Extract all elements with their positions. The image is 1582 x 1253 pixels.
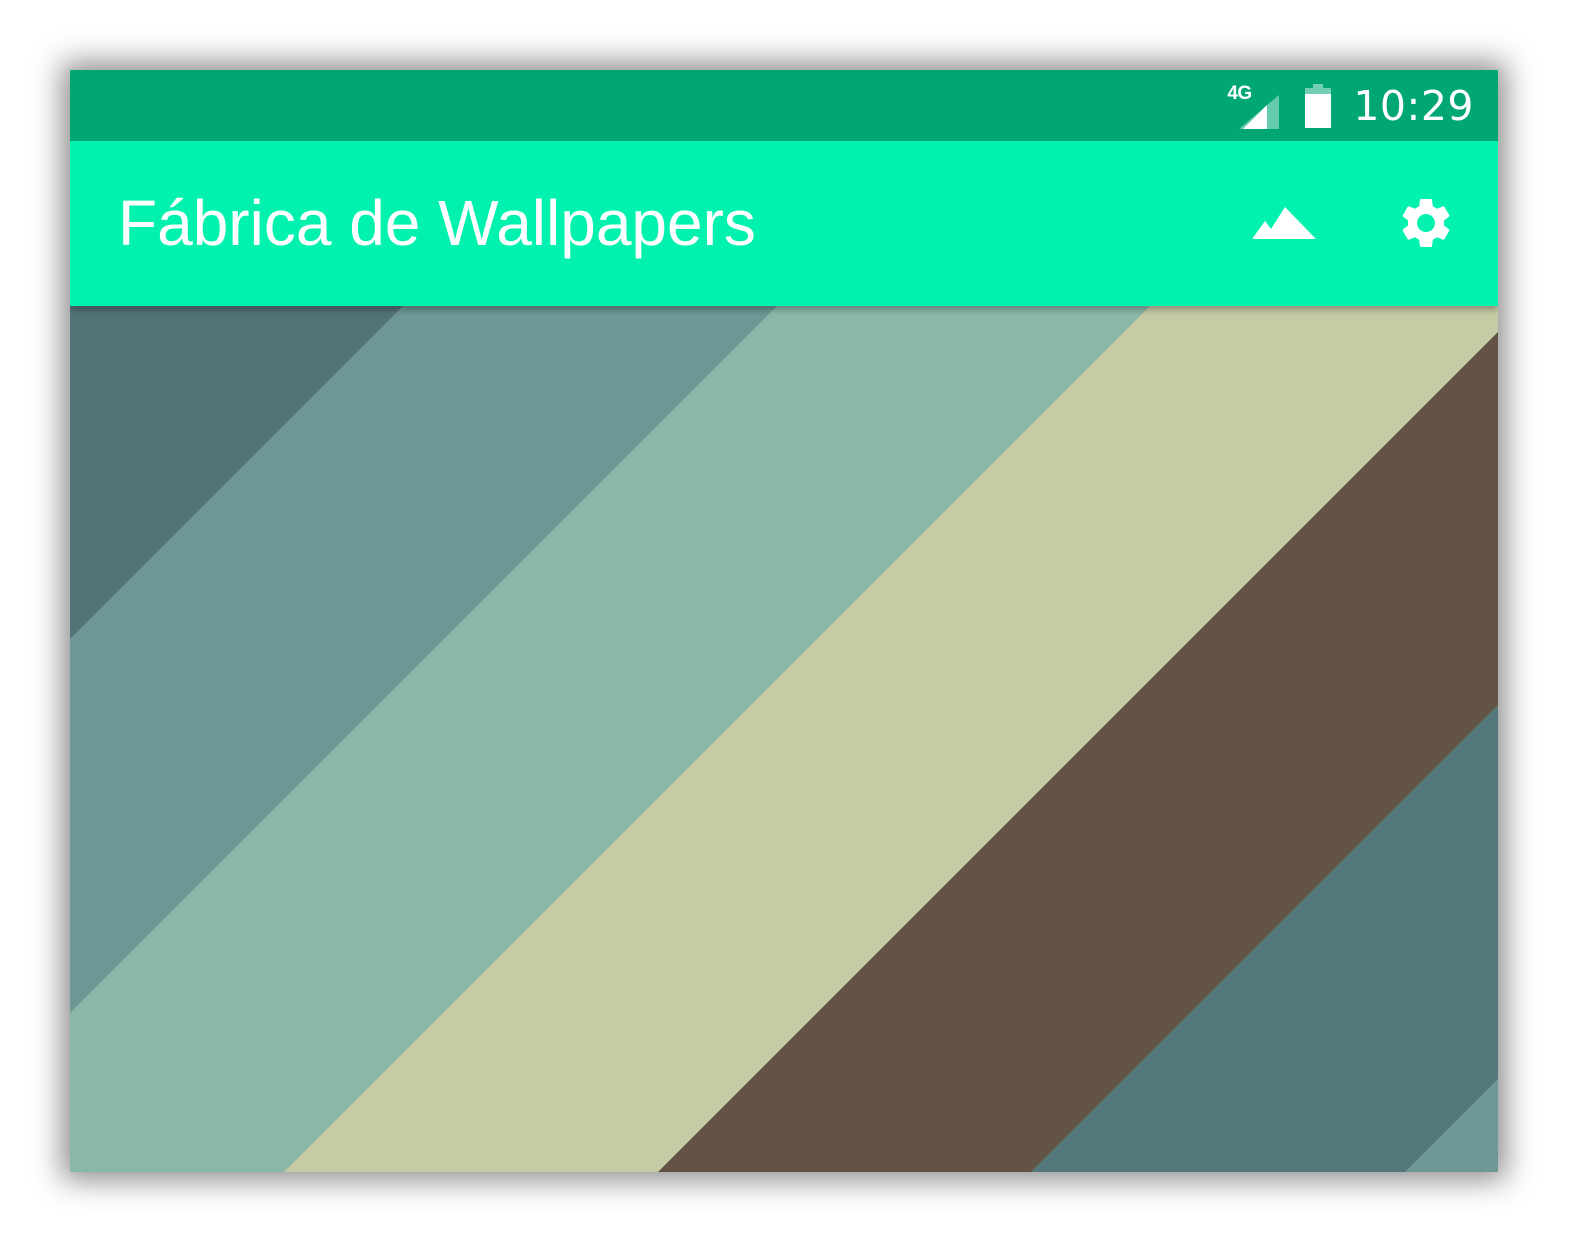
set-wallpaper-button[interactable]: [1242, 181, 1326, 265]
status-icons: 4G 10:29: [1227, 70, 1474, 141]
wallpaper-preview: [70, 306, 1498, 1172]
gear-icon: [1402, 199, 1450, 247]
settings-button[interactable]: [1384, 181, 1468, 265]
battery-icon: [1305, 83, 1332, 128]
status-bar: 4G 10:29: [70, 70, 1498, 141]
device-screen: 4G 10:29 Fábrica de Wallpapers: [70, 70, 1498, 1172]
landscape-icon: [1252, 207, 1316, 239]
cellular-signal-icon: 4G: [1227, 83, 1283, 129]
status-time: 10:29: [1353, 81, 1474, 130]
app-bar: Fábrica de Wallpapers: [70, 141, 1498, 306]
app-title: Fábrica de Wallpapers: [118, 187, 756, 259]
